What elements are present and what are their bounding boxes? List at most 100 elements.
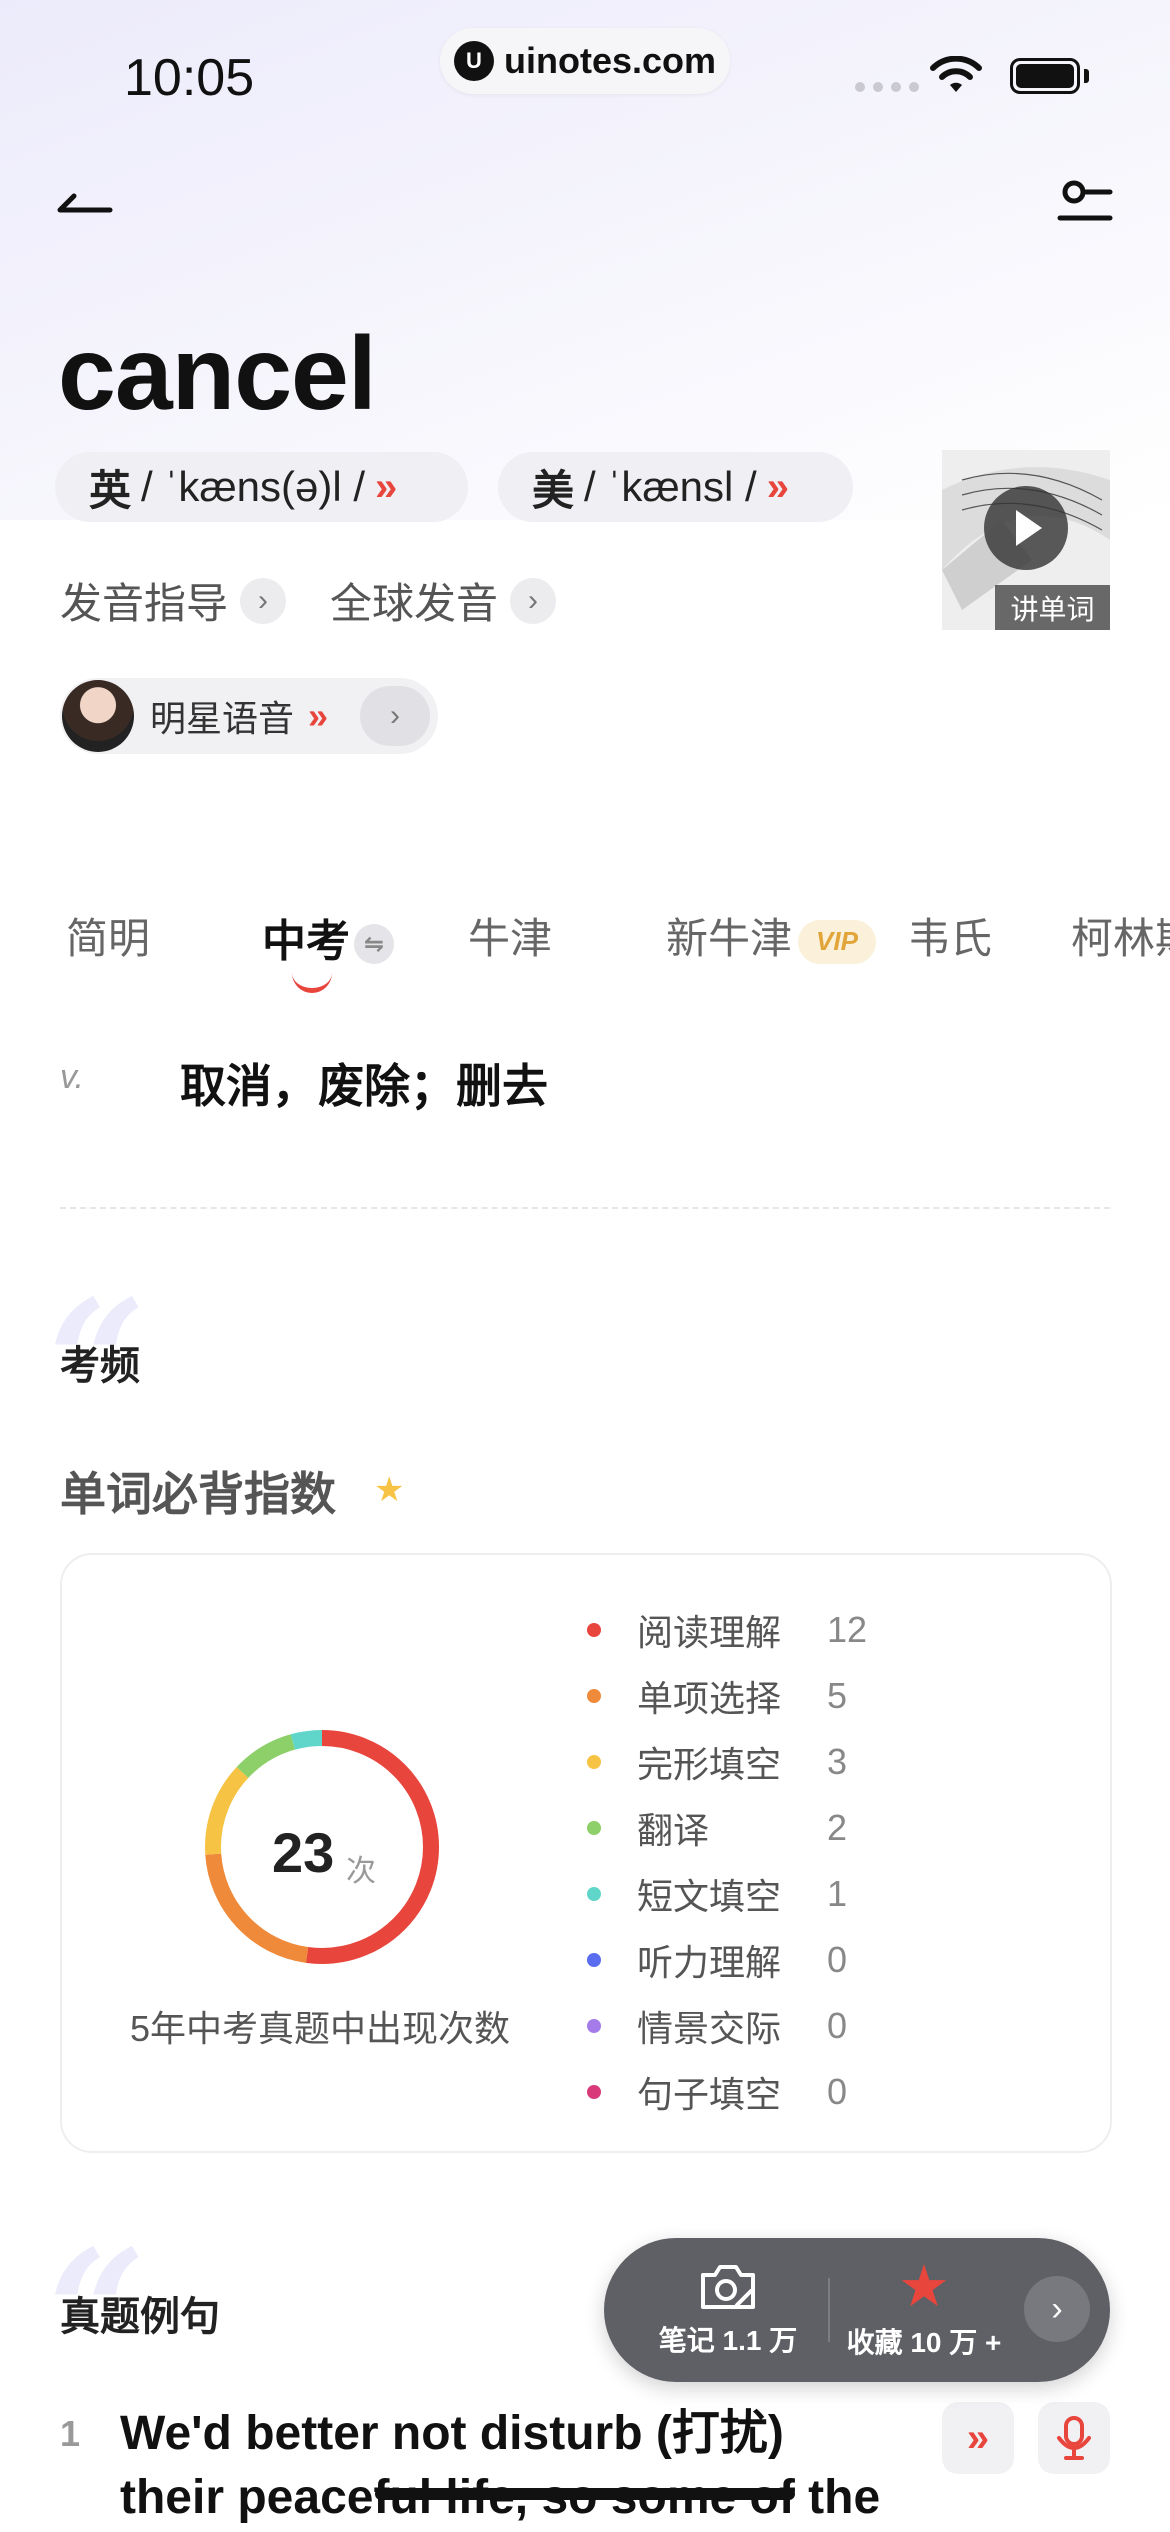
speaker-icon: » (308, 695, 329, 736)
legend-dot (587, 1887, 601, 1901)
vip-badge: VIP (798, 919, 876, 964)
must-memorize-title: 单词必背指数 (60, 1468, 336, 1520)
tab-new-oxford[interactable]: 新牛津 VIP (666, 905, 876, 966)
pronunciation-guide-link[interactable]: 发音指导 › (60, 570, 287, 631)
favorite-button[interactable]: ★ 收藏 10 万 + (834, 2238, 1014, 2382)
legend-item: 完形填空 3 (585, 1729, 885, 1795)
dictionary-tabs: 简明 中考⇋ 牛津 新牛津VIP 韦氏 柯林斯 (66, 905, 1170, 995)
us-label: 美 (532, 466, 575, 514)
frequency-legend: 阅读理解 12 单项选择 5 完形填空 3 翻译 2 短文填空 1 听力理解 0 情景交际 0… (585, 1597, 885, 2125)
legend-label: 听力理解 (637, 1942, 782, 1983)
uk-label: 英 (89, 466, 132, 514)
us-ipa: / ˈkænsl / (584, 463, 757, 510)
speaker-icon: » (966, 2415, 990, 2460)
tab-webster[interactable]: 韦氏 (908, 905, 992, 966)
speaker-icon: » (766, 464, 789, 509)
global-label: 全球发音 (330, 580, 499, 627)
url-text: uinotes.com (503, 40, 717, 81)
legend-item: 阅读理解 12 (585, 1597, 885, 1663)
count-unit: 次 (346, 1855, 376, 1888)
legend-label: 翻译 (637, 1810, 710, 1851)
favorite-label: 收藏 10 万 + (846, 2327, 1002, 2358)
legend-dot (587, 2085, 601, 2099)
legend-label: 单项选择 (637, 1678, 782, 1719)
play-example-button[interactable]: » (942, 2402, 1014, 2474)
swap-icon: ⇋ (354, 924, 394, 965)
chevron-right-icon[interactable]: › (360, 686, 430, 746)
example-sentence: We'd better not disturb (打扰) their peace… (120, 2402, 920, 2530)
legend-dot (587, 1623, 601, 1637)
tab-zhongkao-label: 中考 (262, 917, 350, 966)
star-voice-button[interactable]: 明星语音 » › (60, 678, 438, 754)
battery-tip (1084, 69, 1089, 83)
star-icon: ★ (898, 2254, 950, 2319)
us-pronunciation-button[interactable]: 美 / ˈkænsl / » (498, 452, 853, 522)
guide-label: 发音指导 (60, 580, 229, 627)
camera-note-icon (701, 2265, 755, 2309)
avatar (62, 680, 134, 752)
chevron-right-icon: › (510, 577, 557, 624)
chevron-right-icon: › (240, 577, 287, 624)
uk-ipa: / ˈkæns(ə)l / (141, 463, 366, 510)
legend-item: 句子填空 0 (585, 2059, 885, 2125)
legend-dot (587, 1755, 601, 1769)
star-voice-label: 明星语音 (150, 698, 295, 739)
divider (60, 1207, 1110, 1209)
chevron-right-icon[interactable]: › (1024, 2276, 1090, 2342)
legend-label: 句子填空 (637, 2074, 782, 2115)
legend-dot (587, 1689, 601, 1703)
legend-item: 单项选择 5 (585, 1663, 885, 1729)
legend-item: 翻译 2 (585, 1795, 885, 1861)
legend-dot (587, 1821, 601, 1835)
legend-value: 1 (827, 1873, 848, 1914)
tab-oxford[interactable]: 牛津 (468, 905, 552, 966)
wifi-icon (930, 56, 982, 92)
star-icon[interactable]: ★ (374, 1470, 404, 1510)
record-button[interactable] (1038, 2402, 1110, 2474)
headword: cancel (58, 316, 377, 432)
legend-dot (587, 2019, 601, 2033)
uk-pronunciation-button[interactable]: 英 / ˈkæns(ə)l / » (55, 452, 468, 522)
example-line: We'd better not disturb (打扰) (120, 2407, 784, 2460)
legend-value: 0 (827, 2005, 848, 2046)
legend-value: 2 (827, 1807, 848, 1848)
settings-slider-icon[interactable] (1050, 176, 1120, 240)
cellular-signal-icon (855, 82, 919, 92)
legend-value: 3 (827, 1741, 848, 1782)
example-sentences-title: 真题例句 (60, 2295, 220, 2339)
tab-collins[interactable]: 柯林斯 (1071, 905, 1170, 966)
legend-value: 12 (827, 1609, 868, 1650)
notes-button[interactable]: 笔记 1.1 万 (648, 2238, 808, 2382)
legend-value: 0 (827, 2071, 848, 2112)
video-label: 讲单词 (995, 585, 1110, 630)
legend-item: 情景交际 0 (585, 1993, 885, 2059)
legend-dot (587, 1953, 601, 1967)
tab-new-oxford-label: 新牛津 (666, 915, 793, 962)
battery-icon (1010, 58, 1080, 94)
total-count: 23 (272, 1821, 335, 1884)
legend-label: 阅读理解 (637, 1612, 782, 1653)
notes-label: 笔记 1.1 万 (658, 2325, 798, 2356)
legend-value: 0 (827, 1939, 848, 1980)
legend-value: 5 (827, 1675, 848, 1716)
url-pill[interactable]: U uinotes.com (440, 28, 730, 94)
exam-frequency-title: 考频 (60, 1344, 140, 1388)
home-indicator (375, 2488, 795, 2500)
part-of-speech: v. (60, 1058, 84, 1096)
legend-label: 情景交际 (637, 2008, 782, 2049)
tab-zhongkao[interactable]: 中考 ⇋ (262, 905, 394, 969)
global-pronunciation-link[interactable]: 全球发音 › (330, 570, 557, 631)
example-number: 1 (60, 2413, 81, 2454)
status-time: 10:05 (124, 49, 255, 107)
back-arrow-icon[interactable] (52, 178, 122, 238)
legend-label: 完形填空 (637, 1744, 782, 1785)
chart-caption: 5年中考真题中出现次数 (130, 2008, 511, 2049)
floating-action-bar: 笔记 1.1 万 ★ 收藏 10 万 + › (604, 2238, 1110, 2382)
divider (828, 2278, 830, 2342)
legend-item: 听力理解 0 (585, 1927, 885, 1993)
tab-concise[interactable]: 简明 (66, 905, 150, 966)
site-logo-icon: U (453, 41, 494, 81)
definition-text: 取消，废除；删去 (180, 1060, 548, 1112)
legend-item: 短文填空 1 (585, 1861, 885, 1927)
microphone-icon (1057, 2416, 1091, 2460)
